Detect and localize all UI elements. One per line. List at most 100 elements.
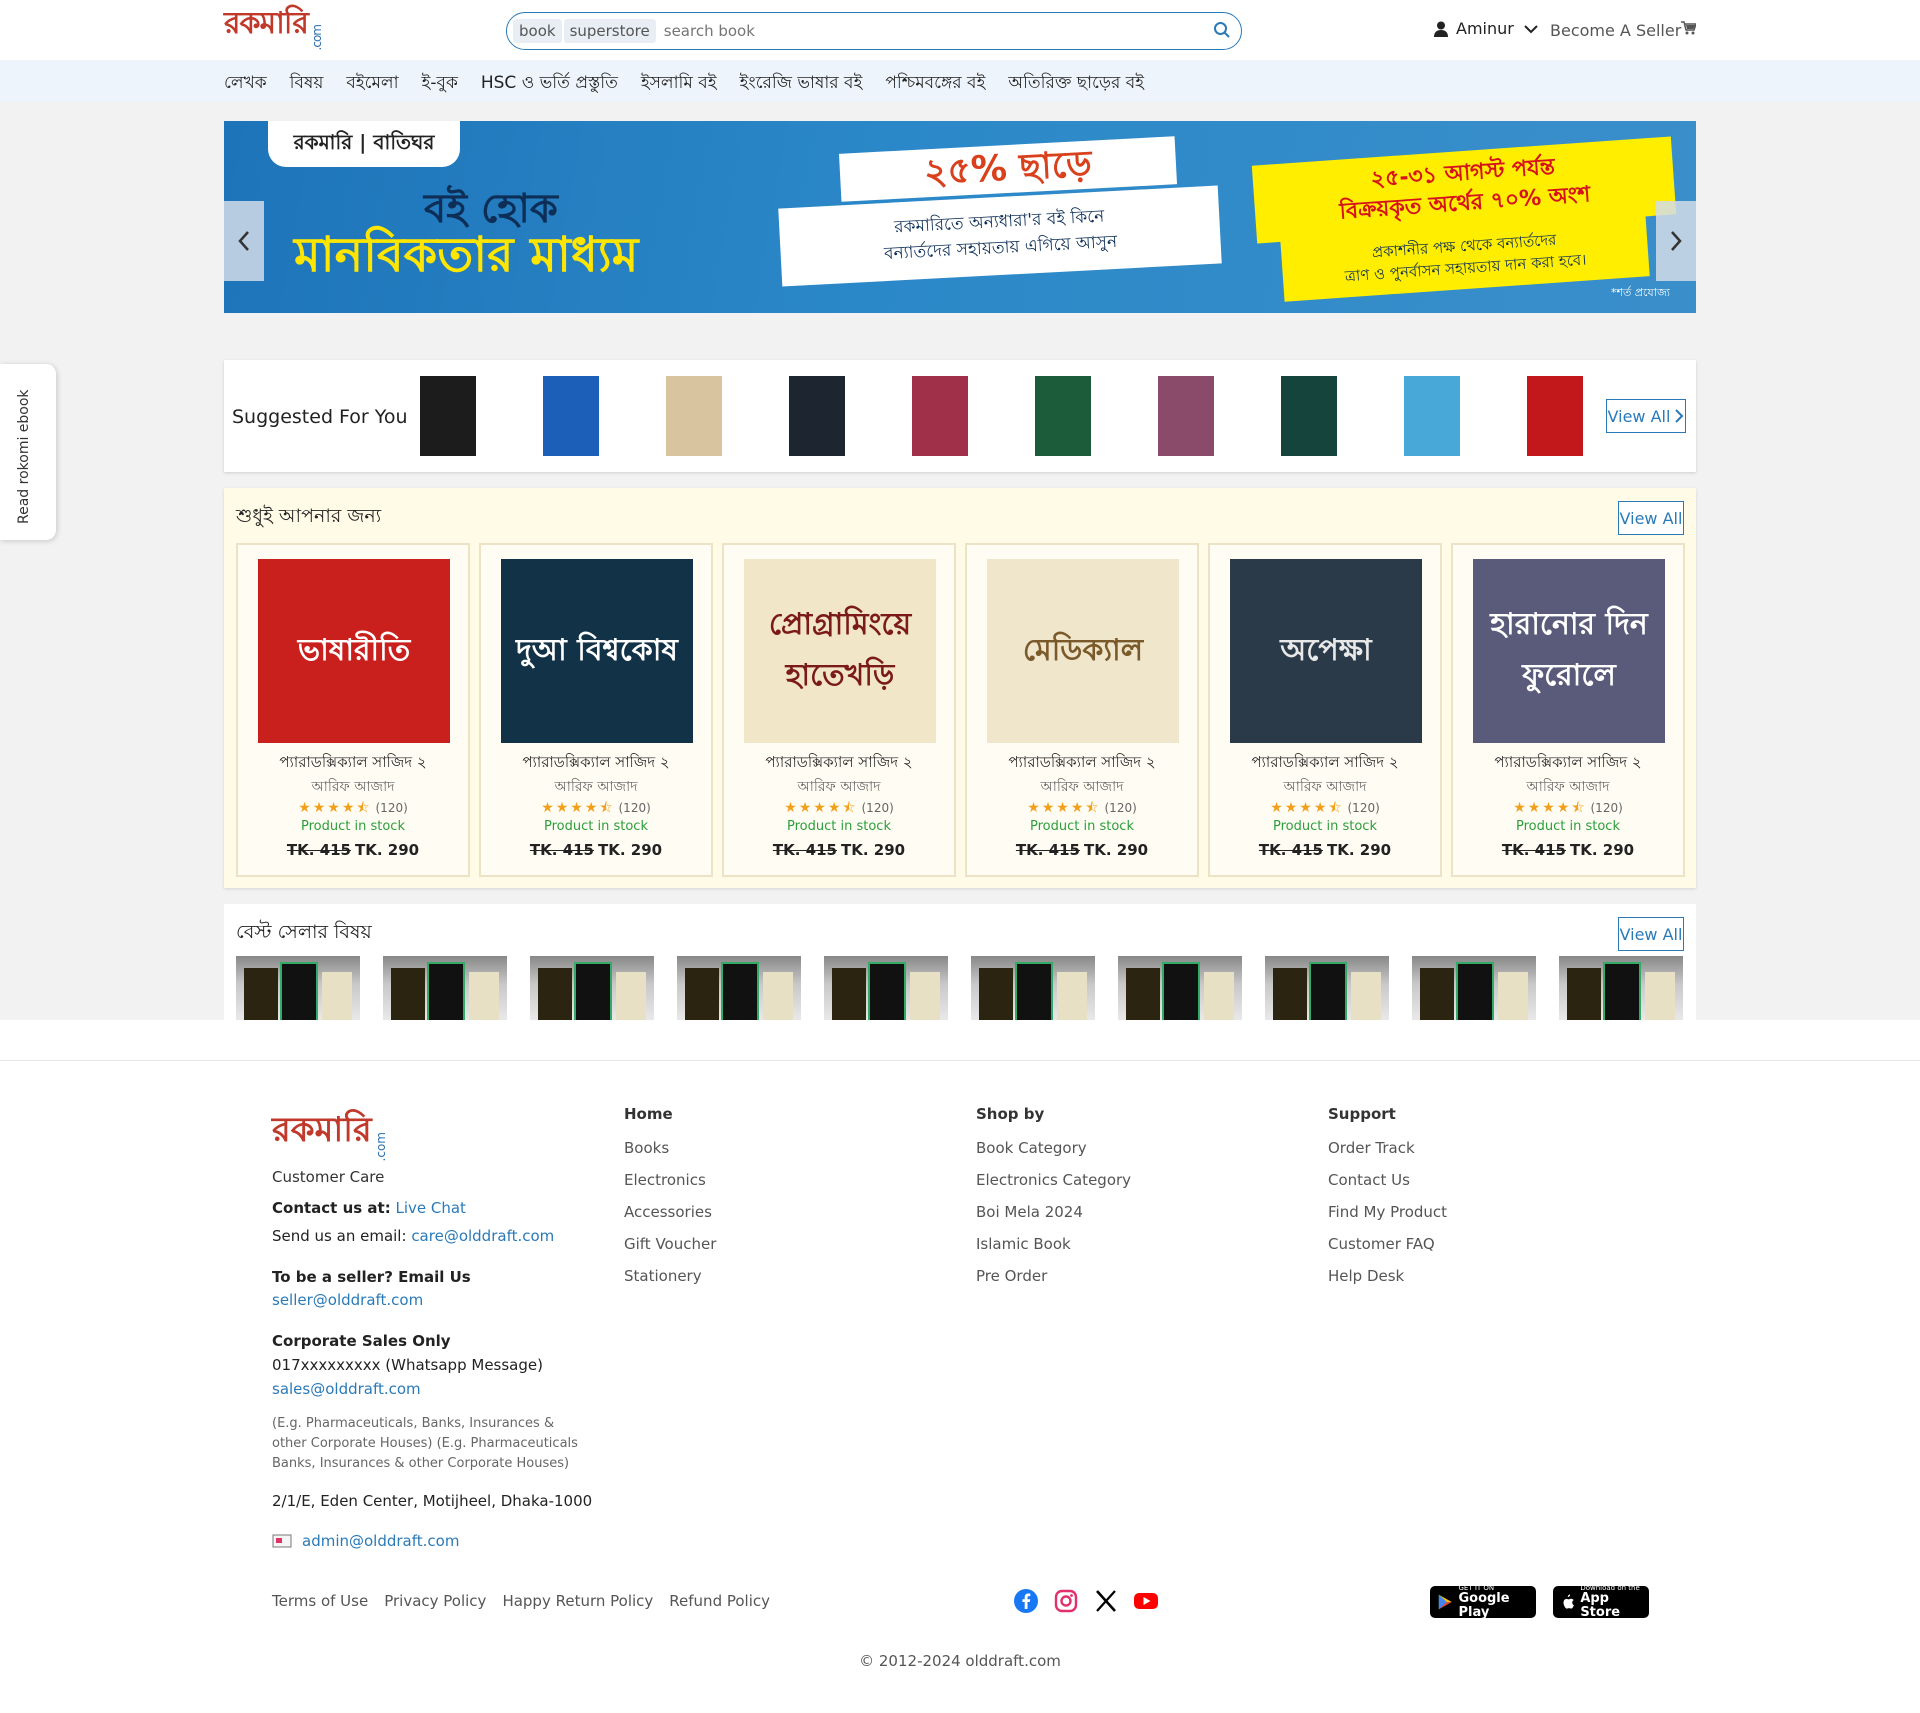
- search-icon[interactable]: [1213, 21, 1231, 43]
- footer-link-stationery[interactable]: Stationery: [624, 1267, 716, 1285]
- terms-link[interactable]: Terms of Use: [272, 1592, 368, 1610]
- best-seller-item[interactable]: [1118, 956, 1242, 1020]
- best-seller-item[interactable]: [530, 956, 654, 1020]
- product-cover[interactable]: প্রোগ্রামিংয়ে হাতেখড়ি: [744, 559, 936, 743]
- footer-link-islamic-book[interactable]: Islamic Book: [976, 1235, 1131, 1253]
- best-seller-item[interactable]: [1412, 956, 1536, 1020]
- suggested-item-lotion-tube[interactable]: [543, 376, 599, 456]
- product-card[interactable]: প্রোগ্রামিংয়ে হাতেখড়ি প্যারাডক্সিক্যাল …: [722, 543, 956, 877]
- footer-link-faq[interactable]: Customer FAQ: [1328, 1235, 1447, 1253]
- product-name[interactable]: প্যারাডক্সিক্যাল সাজিদ ২: [481, 751, 711, 776]
- nav-item-westbengal[interactable]: পশ্চিমবঙ্গের বই: [885, 70, 985, 98]
- suggested-view-all-button[interactable]: View All: [1606, 399, 1686, 433]
- search-tag-book[interactable]: book: [513, 19, 562, 43]
- best-seller-item[interactable]: [1559, 956, 1683, 1020]
- care-email-link[interactable]: care@olddraft.com: [411, 1227, 554, 1245]
- admin-email-link[interactable]: admin@olddraft.com: [302, 1532, 459, 1550]
- best-seller-item[interactable]: [383, 956, 507, 1020]
- footer-link-pre-order[interactable]: Pre Order: [976, 1267, 1131, 1285]
- product-cover[interactable]: অপেক্ষা: [1230, 559, 1422, 743]
- product-name[interactable]: প্যারাডক্সিক্যাল সাজিদ ২: [1453, 751, 1683, 776]
- product-cover[interactable]: ভাষারীতি: [258, 559, 450, 743]
- nav-item-hsc[interactable]: HSC ও ভর্তি প্রস্তুতি: [481, 70, 618, 98]
- site-logo[interactable]: রকমারি .com: [224, 6, 324, 50]
- instagram-icon[interactable]: [1053, 1588, 1079, 1614]
- footer-link-order-track[interactable]: Order Track: [1328, 1139, 1447, 1157]
- suggested-item-pen[interactable]: [1158, 376, 1214, 456]
- product-cover[interactable]: হারানোর দিন ফুরোলে: [1473, 559, 1665, 743]
- best-seller-view-all-button[interactable]: View All: [1618, 917, 1684, 951]
- product-name[interactable]: প্যারাডক্সিক্যাল সাজিদ ২: [238, 751, 468, 776]
- search-input[interactable]: [663, 22, 1241, 40]
- nav-item-writer[interactable]: লেখক: [224, 70, 267, 98]
- read-ebook-tab[interactable]: Read rokomi ebook: [0, 364, 56, 540]
- suggested-item-umbrella[interactable]: [789, 376, 845, 456]
- footer-link-accessories[interactable]: Accessories: [624, 1203, 716, 1221]
- suggested-item-bhasharīti-book[interactable]: [1527, 376, 1583, 456]
- suggested-item-green-book[interactable]: [1035, 376, 1091, 456]
- footer-link-electronics-category[interactable]: Electronics Category: [976, 1171, 1131, 1189]
- youtube-icon[interactable]: [1133, 1588, 1159, 1614]
- google-play-badge[interactable]: GET IT ON Google Play: [1430, 1584, 1536, 1620]
- product-name[interactable]: প্যারাডক্সিক্যাল সাজিদ ২: [1210, 751, 1440, 776]
- nav-item-ebook[interactable]: ই-বুক: [422, 70, 458, 98]
- product-card[interactable]: ভাষারীতি প্যারাডক্সিক্যাল সাজিদ ২ আরিফ আজা…: [236, 543, 470, 877]
- footer-link-contact-us[interactable]: Contact Us: [1328, 1171, 1447, 1189]
- best-seller-item[interactable]: [971, 956, 1095, 1020]
- product-name[interactable]: প্যারাডক্সিক্যাল সাজিদ ২: [967, 751, 1197, 776]
- product-author[interactable]: আরিফ আজাদ: [481, 775, 711, 799]
- return-policy-link[interactable]: Happy Return Policy: [502, 1592, 653, 1610]
- product-author[interactable]: আরিফ আজাদ: [1210, 775, 1440, 799]
- product-author[interactable]: আরিফ আজাদ: [238, 775, 468, 799]
- product-cover[interactable]: মেডিক্যাল: [987, 559, 1179, 743]
- for-you-view-all-button[interactable]: View All: [1618, 501, 1684, 535]
- product-card[interactable]: হারানোর দিন ফুরোলে প্যারাডক্সিক্যাল সাজিদ…: [1451, 543, 1685, 877]
- suggested-item-guide-book[interactable]: [666, 376, 722, 456]
- footer-link-books[interactable]: Books: [624, 1139, 716, 1157]
- banner-prev-button[interactable]: [224, 201, 264, 281]
- search-tag-superstore[interactable]: superstore: [563, 19, 656, 43]
- user-menu[interactable]: Aminur: [1434, 19, 1546, 38]
- product-card[interactable]: অপেক্ষা প্যারাডক্সিক্যাল সাজিদ ২ আরিফ আজাদ…: [1208, 543, 1442, 877]
- product-card[interactable]: মেডিক্যাল প্যারাডক্সিক্যাল সাজিদ ২ আরিফ আজ…: [965, 543, 1199, 877]
- suggested-item-english-book[interactable]: [420, 376, 476, 456]
- product-card[interactable]: দুআ বিশ্বকোষ প্যারাডক্সিক্যাল সাজিদ ২ আরিফ…: [479, 543, 713, 877]
- best-seller-item[interactable]: [236, 956, 360, 1020]
- footer-link-book-category[interactable]: Book Category: [976, 1139, 1131, 1157]
- suggested-item-toothpaste-box[interactable]: [1404, 376, 1460, 456]
- product-author[interactable]: আরিফ আজাদ: [1453, 775, 1683, 799]
- product-author[interactable]: আরিফ আজাদ: [724, 775, 954, 799]
- best-seller-item[interactable]: [824, 956, 948, 1020]
- best-seller-item[interactable]: [1265, 956, 1389, 1020]
- refund-policy-link[interactable]: Refund Policy: [669, 1592, 770, 1610]
- product-name[interactable]: প্যারাডক্সিক্যাল সাজিদ ২: [724, 751, 954, 776]
- footer-link-boi-mela[interactable]: Boi Mela 2024: [976, 1203, 1131, 1221]
- nav-item-islamic[interactable]: ইসলামি বই: [641, 70, 717, 98]
- nav-item-subject[interactable]: বিষয়: [290, 70, 324, 98]
- cart-icon[interactable]: [1680, 20, 1698, 40]
- live-chat-link[interactable]: Live Chat: [395, 1199, 465, 1217]
- footer-link-find-product[interactable]: Find My Product: [1328, 1203, 1447, 1221]
- banner-next-button[interactable]: [1656, 201, 1696, 281]
- footer-link-help-desk[interactable]: Help Desk: [1328, 1267, 1447, 1285]
- seller-email-link[interactable]: seller@olddraft.com: [272, 1291, 423, 1309]
- app-store-badge[interactable]: Download on the App Store: [1553, 1584, 1649, 1620]
- footer-logo[interactable]: রকমারি .com: [272, 1104, 388, 1161]
- privacy-link[interactable]: Privacy Policy: [384, 1592, 486, 1610]
- facebook-icon[interactable]: [1013, 1588, 1039, 1614]
- promo-banner[interactable]: রকমারি | বাতিঘর বই হোক মানবিকতার মাধ্যম …: [224, 121, 1696, 313]
- become-seller-link[interactable]: Become A Seller: [1550, 21, 1681, 40]
- footer-link-gift-voucher[interactable]: Gift Voucher: [624, 1235, 716, 1253]
- product-author[interactable]: আরিফ আজাদ: [967, 775, 1197, 799]
- nav-item-discount[interactable]: অতিরিক্ত ছাড়ের বই: [1008, 70, 1144, 98]
- footer-link-electronics[interactable]: Electronics: [624, 1171, 716, 1189]
- nav-item-boimela[interactable]: বইমেলা: [346, 70, 398, 98]
- search-bar[interactable]: book superstore: [506, 12, 1242, 50]
- suggested-item-hair-straightener[interactable]: [912, 376, 968, 456]
- product-cover[interactable]: দুআ বিশ্বকোষ: [501, 559, 693, 743]
- nav-item-english[interactable]: ইংরেজি ভাষার বই: [740, 70, 863, 98]
- suggested-item-spoken-english-book[interactable]: [1281, 376, 1337, 456]
- best-seller-item[interactable]: [677, 956, 801, 1020]
- sales-email-link[interactable]: sales@olddraft.com: [272, 1380, 421, 1398]
- x-twitter-icon[interactable]: [1093, 1588, 1119, 1614]
